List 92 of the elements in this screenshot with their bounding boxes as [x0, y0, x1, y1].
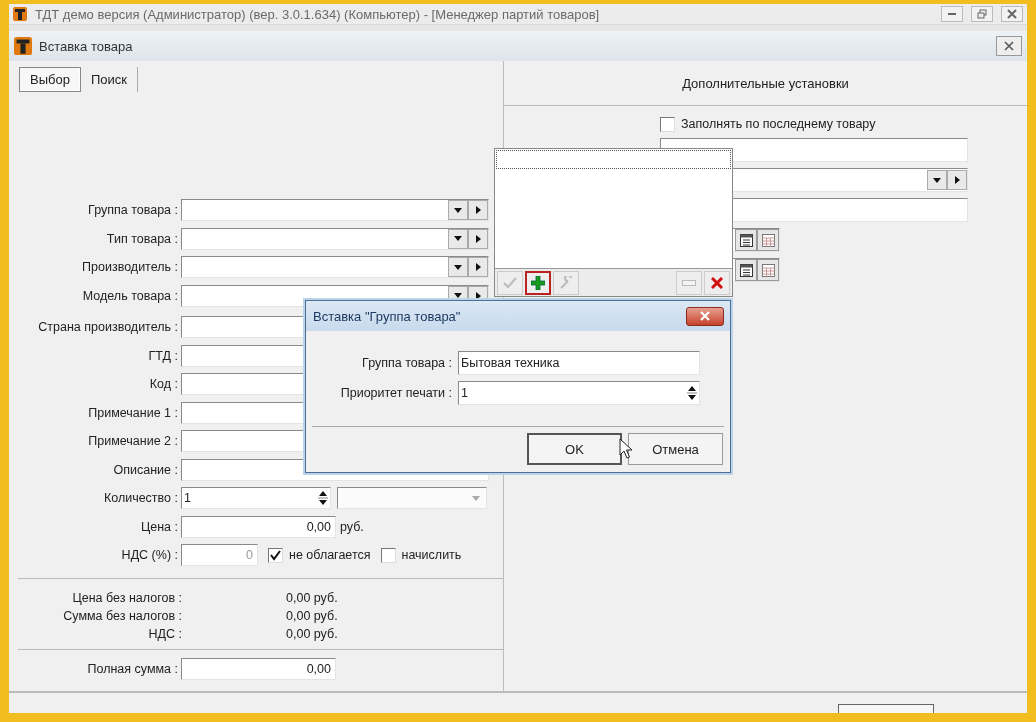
total-value: 0,00 руб.: [286, 626, 338, 641]
checkmark-icon: [503, 276, 517, 289]
field-label: Страна производитель :: [37, 320, 179, 335]
field-label: НДС (%) :: [120, 548, 179, 563]
table-icon: [761, 263, 775, 277]
field-label: ГТД :: [147, 348, 179, 363]
spin-arrows-icon: [687, 385, 697, 401]
checkbox-label: начислить: [401, 548, 462, 563]
mouse-cursor-icon: [619, 438, 633, 460]
field-label: Количество :: [102, 491, 179, 506]
checkbox[interactable]: [268, 547, 283, 563]
field-label: Модель товара :: [81, 288, 179, 303]
checkbox[interactable]: [380, 547, 396, 563]
field-value: 1: [461, 386, 468, 400]
close-button[interactable]: [996, 36, 1022, 56]
app-logo-icon: [14, 37, 32, 55]
total-label: Сумма без налогов :: [62, 608, 182, 623]
app-logo-icon: [13, 7, 27, 21]
dialog-button[interactable]: Отмена: [628, 433, 723, 465]
list-item[interactable]: [496, 150, 731, 169]
table-button[interactable]: [757, 229, 779, 251]
field-label: Полная сумма :: [86, 661, 179, 676]
field-label: Код :: [148, 377, 179, 392]
details-button[interactable]: [468, 228, 488, 249]
table-icon: [761, 233, 775, 247]
dropdown-button[interactable]: [448, 228, 468, 249]
arrow-right-icon: [475, 234, 481, 243]
calendar-icon: [739, 263, 753, 277]
details-button[interactable]: [468, 257, 488, 278]
field-label: Описание :: [112, 462, 179, 477]
tab[interactable]: Выбор: [19, 67, 81, 92]
spin-field[interactable]: 1: [458, 381, 700, 405]
dropdown-button[interactable]: [927, 170, 947, 190]
total-sum-field[interactable]: 0,00: [181, 657, 336, 680]
field-label: Группа товара :: [87, 203, 179, 218]
restore-button[interactable]: [971, 6, 993, 22]
toolbar-button[interactable]: [525, 270, 551, 295]
price-field[interactable]: 0,00: [181, 515, 336, 538]
window-title: ТДТ демо версия (Администратор) (вер. 3.0.1.634) (Компьютер) - [Менеджер партий товаров]: [35, 6, 600, 22]
total-label: НДС :: [147, 626, 182, 641]
caret-icon: [454, 207, 462, 213]
field-label: Цена :: [140, 519, 179, 534]
total-value: 0,00 руб.: [286, 608, 338, 623]
input-field[interactable]: Бытовая техника: [458, 351, 700, 375]
calendar-button[interactable]: [735, 229, 757, 251]
restore-icon: [977, 9, 987, 19]
close-button[interactable]: [686, 306, 724, 326]
unit-combo-box[interactable]: [337, 487, 487, 510]
delete-icon: [711, 276, 723, 289]
caret-icon: [472, 495, 480, 501]
close-icon: [1004, 41, 1014, 51]
minimize-button[interactable]: [941, 6, 963, 22]
dialog-title: Вставка "Группа товара": [313, 308, 461, 324]
close-button[interactable]: [1001, 6, 1023, 22]
field-label: Примечание 1 :: [87, 405, 179, 420]
arrow-right-icon: [475, 263, 481, 272]
caret-icon: [933, 177, 941, 183]
table-button[interactable]: [757, 259, 779, 281]
minimize-icon: [948, 13, 956, 15]
close-icon: [1007, 9, 1017, 19]
currency-label: руб.: [340, 519, 364, 534]
dropdown-button[interactable]: [448, 257, 468, 278]
wrench-icon: [559, 275, 573, 290]
details-button[interactable]: [468, 200, 488, 221]
arrow-right-icon: [954, 176, 960, 184]
field-label: Примечание 2 :: [87, 434, 179, 449]
section-title: Дополнительные установки: [682, 75, 849, 91]
dialog-title: Вставка товара: [39, 38, 133, 54]
checkbox-label: Заполнять по последнему товару: [681, 117, 876, 131]
details-button[interactable]: [947, 170, 967, 190]
checkbox[interactable]: [660, 116, 675, 132]
field-label: Тип товара :: [105, 231, 179, 246]
field-label: Группа товара :: [361, 356, 453, 370]
minus-icon: [682, 279, 696, 286]
total-value: 0,00 руб.: [286, 590, 338, 605]
arrow-right-icon: [475, 206, 481, 215]
close-icon: [700, 311, 710, 321]
caret-icon: [454, 264, 462, 270]
spin-arrows-icon: [318, 490, 328, 507]
calendar-button[interactable]: [735, 259, 757, 281]
plus-icon: [531, 275, 545, 290]
spin-field[interactable]: 1: [181, 487, 331, 510]
field-value: 1: [184, 491, 191, 506]
dialog-button[interactable]: OK: [527, 433, 622, 465]
checkmark-icon: [270, 549, 281, 561]
calendar-icon: [739, 233, 753, 247]
checkbox-label: не облагается: [289, 548, 371, 563]
field-label: Приоритет печати :: [339, 386, 453, 400]
caret-icon: [454, 236, 462, 242]
field-label: Производитель :: [81, 260, 179, 275]
dropdown-button[interactable]: [448, 200, 468, 221]
total-label: Цена без налогов :: [71, 590, 182, 605]
